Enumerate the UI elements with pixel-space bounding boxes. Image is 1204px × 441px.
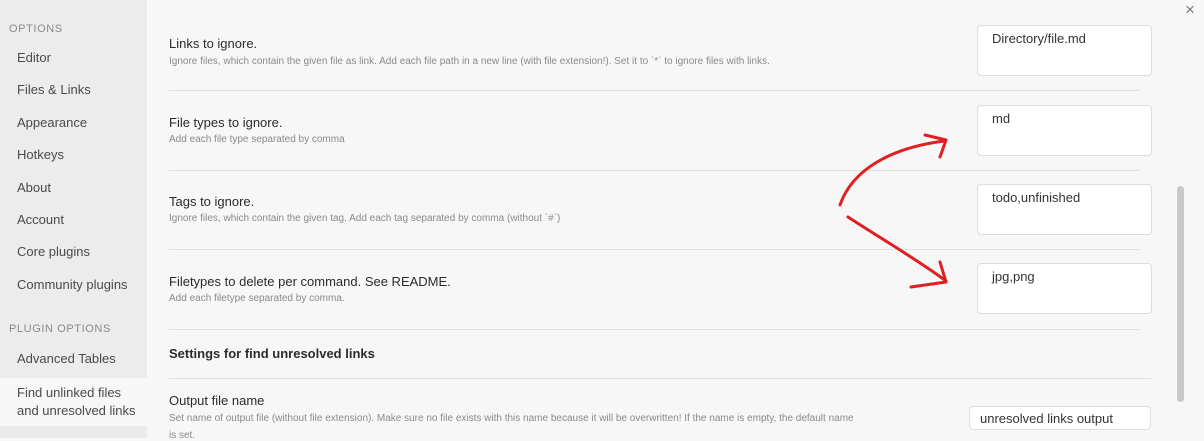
links-to-ignore-textarea[interactable] xyxy=(977,25,1152,76)
file-types-to-ignore-textarea[interactable] xyxy=(977,105,1152,156)
sidebar-item-community-plugins[interactable]: Community plugins xyxy=(17,277,128,292)
setting-description: Add each filetype separated by comma. xyxy=(169,293,345,304)
setting-name: Links to ignore. xyxy=(169,36,258,51)
setting-name: Tags to ignore. xyxy=(169,194,255,209)
sidebar-item-advanced-tables[interactable]: Advanced Tables xyxy=(17,351,116,366)
settings-sidebar: OPTIONS Editor Files & Links Appearance … xyxy=(0,0,147,438)
plugin-options-header: PLUGIN OPTIONS xyxy=(9,323,111,335)
output-file-name-input[interactable] xyxy=(969,406,1151,430)
output-file-name-description-cont: is set. xyxy=(169,430,196,441)
setting-description: Add each file type separated by comma xyxy=(169,134,345,145)
scrollbar-thumb[interactable] xyxy=(1177,186,1184,402)
sidebar-item-label-line2: and unresolved links xyxy=(17,403,136,418)
filetypes-to-delete-textarea[interactable] xyxy=(977,263,1152,314)
output-file-name-description: Set name of output file (without file ex… xyxy=(169,413,854,424)
section-divider xyxy=(169,378,1151,379)
sidebar-item-hotkeys[interactable]: Hotkeys xyxy=(17,147,64,162)
setting-name: File types to ignore. xyxy=(169,115,283,130)
setting-name: Filetypes to delete per command. See REA… xyxy=(169,274,451,289)
sidebar-item-appearance[interactable]: Appearance xyxy=(17,115,87,130)
sidebar-item-find-unlinked-files[interactable]: Find unlinked files and unresolved links xyxy=(0,378,147,426)
output-file-name-label: Output file name xyxy=(169,393,265,408)
setting-description: Ignore files, which contain the given ta… xyxy=(169,213,561,224)
unresolved-links-section-heading: Settings for find unresolved links xyxy=(169,346,375,361)
sidebar-item-account[interactable]: Account xyxy=(17,212,64,227)
setting-description: Ignore files, which contain the given fi… xyxy=(169,56,770,67)
sidebar-item-label-line1: Find unlinked files xyxy=(17,385,122,400)
sidebar-item-files-links[interactable]: Files & Links xyxy=(17,82,91,97)
close-icon[interactable]: × xyxy=(1185,0,1195,20)
sidebar-item-editor[interactable]: Editor xyxy=(17,50,51,65)
options-header: OPTIONS xyxy=(9,23,63,35)
sidebar-item-about[interactable]: About xyxy=(17,180,51,195)
sidebar-item-core-plugins[interactable]: Core plugins xyxy=(17,244,90,259)
tags-to-ignore-textarea[interactable] xyxy=(977,184,1152,235)
settings-pane: Links to ignore. Ignore files, which con… xyxy=(147,0,1177,441)
